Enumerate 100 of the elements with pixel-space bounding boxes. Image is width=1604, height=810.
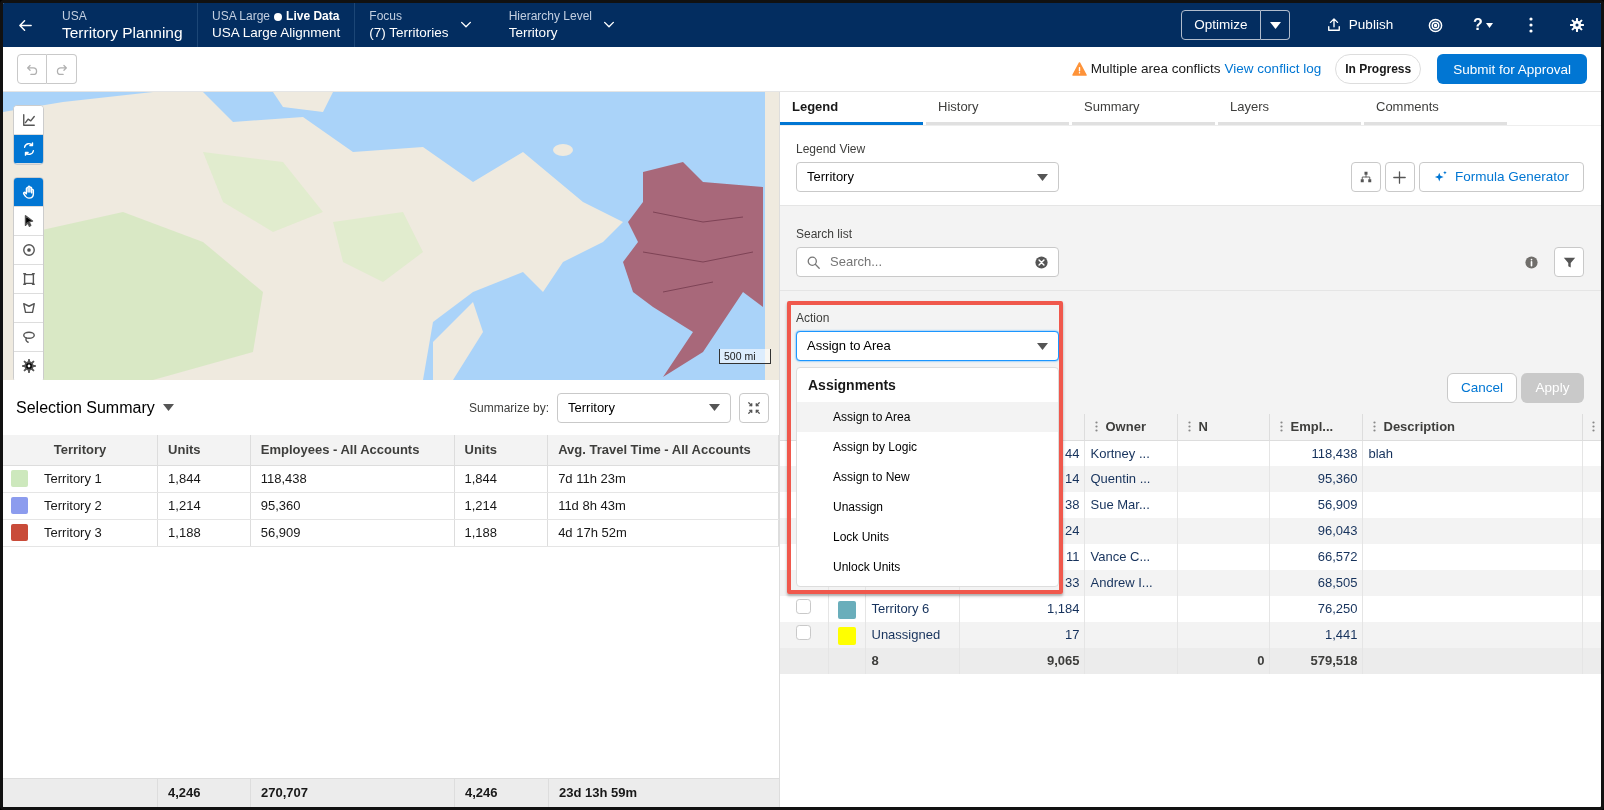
table-cell-text: Territory 3 [44, 523, 102, 542]
owner-link[interactable]: Kortney ... [1090, 445, 1150, 461]
scale-bar: 500 mi [719, 349, 771, 364]
picker-button[interactable]: Focus (7) Territories [355, 3, 495, 47]
table-cell: 1,214 [454, 492, 548, 519]
filter-button[interactable] [1554, 247, 1584, 277]
table-cell: 56,909 [1317, 497, 1358, 513]
publish-button[interactable]: Publish [1308, 3, 1412, 47]
table-cell: 76,250 [1317, 601, 1358, 617]
table-cell: 118,438 [1311, 445, 1358, 461]
formula-generator-button[interactable]: Formula Generator [1418, 162, 1584, 192]
gear-icon [21, 359, 36, 373]
target-icon [1427, 17, 1443, 33]
sparkle-icon [1433, 170, 1448, 184]
column-header: Empl... [1290, 418, 1334, 436]
alignment-title: USA Large Alignment [212, 24, 341, 41]
column-menu-icon [1591, 421, 1595, 433]
total-cell: 9,065 [1046, 653, 1080, 669]
collapse-icon [748, 401, 760, 414]
conflict-log-link[interactable]: View conflict log [1224, 58, 1322, 80]
total-cell: 270,707 [251, 779, 455, 807]
picker-button[interactable]: Hierarchy Level Territory [494, 3, 638, 47]
caret-icon [1037, 173, 1048, 181]
square-icon [21, 272, 36, 286]
live-data-label: Live Data [286, 9, 340, 24]
menu-heading: Assignments [807, 376, 897, 395]
submit-button[interactable]: Submit for Approval [1437, 54, 1587, 84]
total-cell: 4,246 [158, 779, 251, 807]
table-cell: 17 [1065, 627, 1080, 643]
hand-icon [21, 185, 36, 199]
table-cell: 1,441 [1324, 627, 1358, 643]
optimize-menu-button[interactable] [1261, 10, 1290, 40]
swap-icon [21, 142, 36, 156]
table-cell: 1,188 [454, 519, 548, 546]
upload-icon [1326, 18, 1341, 32]
menu-item[interactable]: Assign to Area [797, 402, 1058, 432]
cancel-button[interactable]: Cancel [1447, 373, 1517, 403]
column-header: Units [157, 435, 251, 465]
table-cell: 4d 17h 52m [547, 519, 779, 546]
app-context: USA [62, 9, 88, 24]
field-label: Search list [796, 226, 854, 243]
warning-icon [1071, 62, 1087, 76]
alignment-name: USA Large [212, 9, 271, 24]
action-select[interactable]: Assign to Area [796, 331, 1059, 361]
territory-link[interactable]: Territory 6 [871, 601, 930, 617]
alert-text: Multiple area conflicts [1090, 59, 1221, 78]
column-header: Employees - All Accounts [250, 435, 454, 465]
table-cell: 95,360 [1317, 471, 1358, 487]
back-arrow-icon [18, 17, 33, 33]
row-checkbox[interactable] [796, 625, 812, 641]
owner-link[interactable]: Vance C... [1090, 549, 1151, 565]
table-cell: 11 [1066, 549, 1080, 565]
plus-icon [1393, 170, 1407, 184]
table-cell: 44 [1065, 445, 1080, 461]
total-cell: 4,246 [455, 779, 549, 807]
column-menu-icon [1187, 421, 1191, 433]
total-cell: 8 [871, 653, 879, 669]
legend-view-select[interactable]: Territory [796, 162, 1059, 192]
table-cell: 118,438 [250, 465, 454, 492]
search-field[interactable]: Search... [796, 247, 1059, 277]
filter-icon [1562, 255, 1576, 269]
app-title: Territory Planning [62, 24, 183, 41]
caret-icon [162, 404, 174, 411]
field-label: Action [796, 310, 831, 327]
hierarchy-button[interactable] [1350, 162, 1381, 192]
table-cell: 1,188 [157, 519, 251, 546]
field-label: Legend View [796, 141, 867, 158]
caret-icon [709, 404, 720, 411]
table-cell: 38 [1065, 497, 1080, 513]
collapse-button[interactable] [739, 392, 769, 423]
row-checkbox[interactable] [796, 599, 812, 615]
table-cell: 11d 8h 43m [547, 492, 779, 519]
hierarchy-icon [1359, 171, 1372, 183]
map-tool-button[interactable] [14, 106, 43, 135]
status-dot-icon [274, 12, 283, 21]
table-cell-text: Territory 1 [44, 469, 102, 488]
search-input[interactable]: Search... [828, 251, 1027, 273]
selection-summary-menu[interactable]: Selection Summary [16, 395, 174, 420]
optimize-button[interactable]: Optimize [1181, 10, 1261, 40]
table-cell: 66,572 [1317, 549, 1358, 565]
table-cell: 7d 11h 23m [547, 465, 779, 492]
undo-icon [25, 62, 39, 76]
table-cell: 1,844 [157, 465, 251, 492]
polygon-icon [21, 301, 36, 315]
help-button[interactable]: ? [1458, 3, 1508, 47]
summarize-label: Summarize by: [468, 399, 549, 417]
caret-icon [1269, 21, 1281, 29]
column-menu-icon [1094, 421, 1098, 433]
table-cell-text: Territory 2 [44, 496, 102, 515]
table-cell: 1,214 [157, 492, 251, 519]
redo-icon [55, 62, 68, 76]
lasso-icon [21, 330, 36, 344]
total-cell: 0 [1257, 653, 1265, 669]
add-button[interactable] [1384, 162, 1415, 192]
table-cell: 24 [1065, 523, 1080, 539]
column-header: Avg. Travel Time - All Accounts [547, 435, 779, 465]
table-cell: 68,505 [1317, 575, 1358, 591]
owner-link[interactable]: Sue Mar... [1090, 497, 1150, 513]
table-cell: 1,844 [454, 465, 548, 492]
summarize-select[interactable]: Territory [557, 392, 731, 423]
